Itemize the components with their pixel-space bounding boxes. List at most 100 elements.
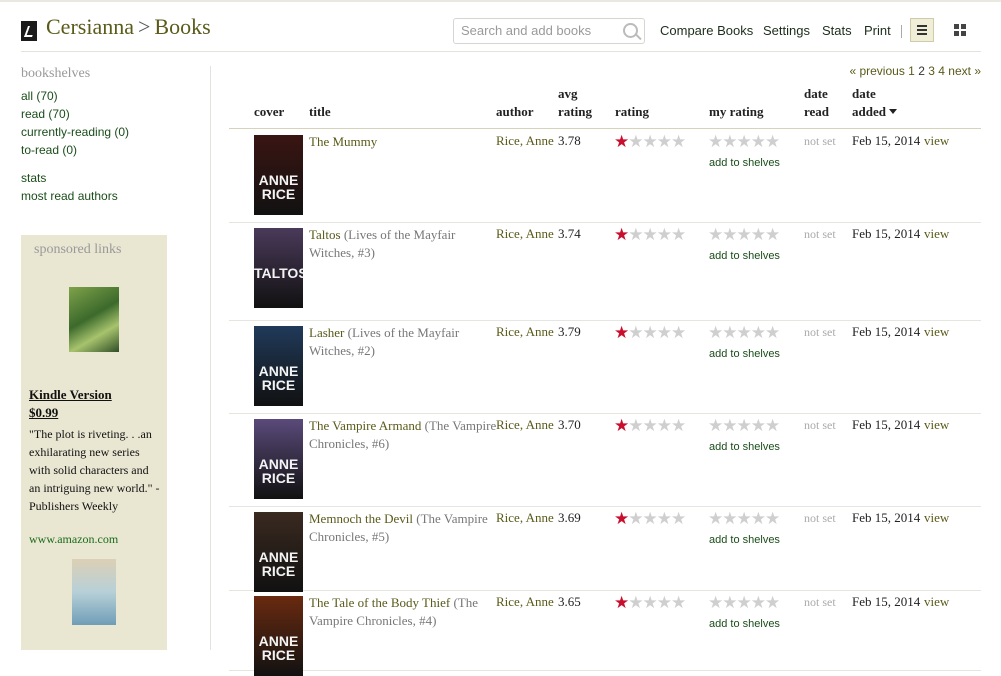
add-to-shelves-link[interactable]: add to shelves [709, 534, 780, 546]
date-read-value[interactable]: not set [804, 511, 836, 526]
grid-view-icon[interactable] [949, 18, 971, 40]
my-rating-stars[interactable]: ★★★★★ [708, 323, 780, 343]
view-link[interactable]: view [924, 133, 949, 149]
next-page-link[interactable]: next » [948, 64, 981, 78]
col-author[interactable]: author [496, 103, 534, 121]
col-rating[interactable]: rating [615, 103, 649, 121]
book-title-link[interactable]: The Vampire Armand [309, 418, 421, 433]
breadcrumb-section[interactable]: Books [154, 14, 210, 39]
page-1-link[interactable]: 1 [908, 64, 915, 78]
shelf-to-read-link[interactable]: to-read (0) [21, 141, 201, 159]
col-date-added[interactable]: date added [852, 85, 897, 121]
sort-desc-icon [888, 109, 897, 114]
book-title-link[interactable]: The Tale of the Body Thief [309, 595, 450, 610]
date-read-value[interactable]: not set [804, 418, 836, 433]
page-3-link[interactable]: 3 [928, 64, 935, 78]
search-box [453, 18, 645, 44]
col-date-read[interactable]: date read [804, 85, 829, 121]
search-icon[interactable] [623, 23, 638, 38]
ad-book-cover-image[interactable] [69, 287, 119, 352]
book-row: ANNE RICE The Mummy Rice, Anne 3.78 ★★★★… [229, 129, 981, 223]
my-rating-stars[interactable]: ★★★★★ [708, 509, 780, 529]
stats-sidebar-link[interactable]: stats [21, 169, 201, 187]
add-to-shelves-link[interactable]: add to shelves [709, 618, 780, 630]
add-to-shelves-link[interactable]: add to shelves [709, 441, 780, 453]
book-title-cell: The Vampire Armand (The Vampire Chronicl… [309, 417, 497, 453]
book-title-link[interactable]: Taltos [309, 227, 341, 242]
book-row: ANNE RICE The Tale of the Body Thief (Th… [229, 590, 981, 676]
list-view-icon[interactable] [910, 18, 934, 42]
book-row: ANNE RICE The Vampire Armand (The Vampir… [229, 413, 981, 507]
kindle-version-link[interactable]: Kindle Version [29, 387, 112, 403]
search-input[interactable] [459, 22, 618, 39]
col-my-rating[interactable]: my rating [709, 103, 764, 121]
book-author-link[interactable]: Rice, Anne [496, 417, 554, 433]
date-added-value: Feb 15, 2014 [852, 510, 921, 525]
site-logo-icon[interactable] [21, 21, 37, 41]
star-empty-icon[interactable]: ★★★★★ [708, 593, 780, 613]
book-title-link[interactable]: Lasher [309, 325, 344, 340]
view-link[interactable]: view [924, 417, 949, 433]
my-rating-stars[interactable]: ★★★★★ [708, 416, 780, 436]
book-cover-image[interactable]: ANNE RICE [254, 512, 303, 592]
shelf-all-link[interactable]: all (70) [21, 87, 201, 105]
date-read-value[interactable]: not set [804, 325, 836, 340]
book-cover-image[interactable]: ANNE RICE [254, 135, 303, 215]
star-empty-icon[interactable]: ★★★★★ [708, 416, 780, 436]
book-cover-image[interactable]: ANNE RICE [254, 596, 303, 676]
book-author-link[interactable]: Rice, Anne [496, 594, 554, 610]
add-to-shelves-link[interactable]: add to shelves [709, 157, 780, 169]
my-rating-stars[interactable]: ★★★★★ [708, 132, 780, 152]
view-link[interactable]: view [924, 226, 949, 242]
col-avg-rating[interactable]: avg rating [558, 85, 592, 121]
date-read-value[interactable]: not set [804, 227, 836, 242]
add-to-shelves-link[interactable]: add to shelves [709, 250, 780, 262]
date-read-value[interactable]: not set [804, 595, 836, 610]
book-cover-image[interactable]: ANNE RICE [254, 326, 303, 406]
star-empty-icon: ★★★★ [628, 132, 686, 152]
ad-second-cover-image[interactable] [72, 559, 116, 625]
my-rating-stars[interactable]: ★★★★★ [708, 225, 780, 245]
book-title-link[interactable]: The Mummy [309, 134, 377, 149]
star-empty-icon[interactable]: ★★★★★ [708, 323, 780, 343]
shelf-currently-reading-link[interactable]: currently-reading (0) [21, 123, 201, 141]
compare-books-link[interactable]: Compare Books [660, 23, 753, 38]
my-rating-stars[interactable]: ★★★★★ [708, 593, 780, 613]
view-link[interactable]: view [924, 594, 949, 610]
most-read-authors-link[interactable]: most read authors [21, 187, 201, 205]
star-empty-icon[interactable]: ★★★★★ [708, 225, 780, 245]
book-author-link[interactable]: Rice, Anne [496, 133, 554, 149]
col-cover[interactable]: cover [254, 103, 284, 121]
book-title-cell: Taltos (Lives of the Mayfair Witches, #3… [309, 226, 497, 262]
amazon-link[interactable]: www.amazon.com [29, 532, 118, 547]
kindle-price-link[interactable]: $0.99 [29, 405, 58, 421]
col-title[interactable]: title [309, 103, 331, 121]
cover-text: ANNE RICE [258, 363, 299, 393]
add-to-shelves-link[interactable]: add to shelves [709, 348, 780, 360]
shelf-read-link[interactable]: read (70) [21, 105, 201, 123]
view-link[interactable]: view [924, 324, 949, 340]
star-empty-icon[interactable]: ★★★★★ [708, 132, 780, 152]
print-link[interactable]: Print [864, 23, 891, 38]
book-author-link[interactable]: Rice, Anne [496, 226, 554, 242]
book-cover-image[interactable]: TALTOS [254, 228, 303, 308]
ad-quote: "The plot is riveting. . .an exhilaratin… [29, 427, 160, 513]
rating-stars: ★★★★★ [614, 418, 686, 435]
book-avg-rating: 3.78 [558, 133, 581, 148]
cover-text: ANNE RICE [258, 456, 299, 486]
book-author-link[interactable]: Rice, Anne [496, 324, 554, 340]
book-cover-image[interactable]: ANNE RICE [254, 419, 303, 499]
rating-stars: ★★★★★ [614, 227, 686, 244]
sidebar: bookshelves all (70) read (70) currently… [21, 66, 201, 205]
stats-link[interactable]: Stats [822, 23, 852, 38]
date-read-value[interactable]: not set [804, 134, 836, 149]
star-filled-icon: ★ [614, 509, 629, 529]
breadcrumb-user[interactable]: Cersianna [46, 14, 134, 39]
previous-page-link[interactable]: « previous [849, 64, 904, 78]
settings-link[interactable]: Settings [763, 23, 810, 38]
book-author-link[interactable]: Rice, Anne [496, 510, 554, 526]
star-empty-icon[interactable]: ★★★★★ [708, 509, 780, 529]
book-title-link[interactable]: Memnoch the Devil [309, 511, 413, 526]
page-4-link[interactable]: 4 [938, 64, 945, 78]
view-link[interactable]: view [924, 510, 949, 526]
